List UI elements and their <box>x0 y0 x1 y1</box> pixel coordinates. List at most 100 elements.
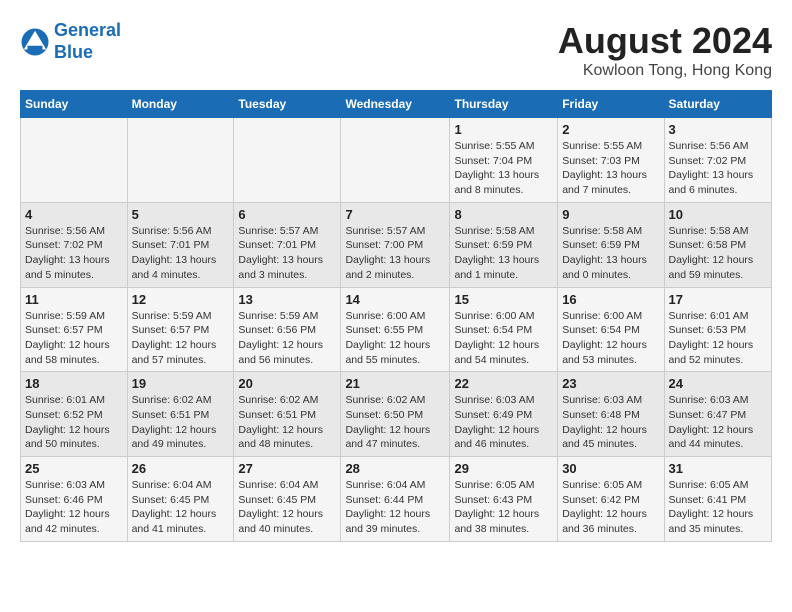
day-number: 29 <box>454 461 553 476</box>
calendar-cell <box>341 118 450 203</box>
day-info: Sunrise: 6:01 AM Sunset: 6:52 PM Dayligh… <box>25 393 123 452</box>
calendar-cell: 29Sunrise: 6:05 AM Sunset: 6:43 PM Dayli… <box>450 457 558 542</box>
day-info: Sunrise: 6:02 AM Sunset: 6:50 PM Dayligh… <box>345 393 445 452</box>
day-info: Sunrise: 6:05 AM Sunset: 6:42 PM Dayligh… <box>562 478 659 537</box>
logo-text: General Blue <box>54 20 121 63</box>
day-info: Sunrise: 5:58 AM Sunset: 6:58 PM Dayligh… <box>669 224 767 283</box>
day-info: Sunrise: 6:04 AM Sunset: 6:44 PM Dayligh… <box>345 478 445 537</box>
calendar-table: Sunday Monday Tuesday Wednesday Thursday… <box>20 90 772 542</box>
day-info: Sunrise: 6:04 AM Sunset: 6:45 PM Dayligh… <box>132 478 230 537</box>
day-info: Sunrise: 5:59 AM Sunset: 6:57 PM Dayligh… <box>132 309 230 368</box>
calendar-cell: 14Sunrise: 6:00 AM Sunset: 6:55 PM Dayli… <box>341 287 450 372</box>
calendar-cell: 24Sunrise: 6:03 AM Sunset: 6:47 PM Dayli… <box>664 372 771 457</box>
calendar-cell: 17Sunrise: 6:01 AM Sunset: 6:53 PM Dayli… <box>664 287 771 372</box>
day-info: Sunrise: 5:58 AM Sunset: 6:59 PM Dayligh… <box>454 224 553 283</box>
calendar-cell: 2Sunrise: 5:55 AM Sunset: 7:03 PM Daylig… <box>558 118 664 203</box>
calendar-cell: 25 Sunrise: 6:03 AM Sunset: 6:46 PM Dayli… <box>21 457 128 542</box>
day-info: Sunrise: 6:04 AM Sunset: 6:45 PM Dayligh… <box>238 478 336 537</box>
col-sunday: Sunday <box>21 91 128 118</box>
days-header-row: Sunday Monday Tuesday Wednesday Thursday… <box>21 91 772 118</box>
month-title: August 2024 <box>558 20 772 62</box>
calendar-cell: 15Sunrise: 6:00 AM Sunset: 6:54 PM Dayli… <box>450 287 558 372</box>
day-number: 27 <box>238 461 336 476</box>
day-info: Sunrise: 6:05 AM Sunset: 6:41 PM Dayligh… <box>669 478 767 537</box>
logo-icon <box>20 27 50 57</box>
calendar-cell: 10 Sunrise: 5:58 AM Sunset: 6:58 PM Dayli… <box>664 202 771 287</box>
day-info: Sunrise: 6:02 AM Sunset: 6:51 PM Dayligh… <box>238 393 336 452</box>
day-number: 18 <box>25 376 123 391</box>
calendar-cell: 21 Sunrise: 6:02 AM Sunset: 6:50 PM Dayli… <box>341 372 450 457</box>
day-info: Sunrise: 5:56 AM Sunset: 7:02 PM Dayligh… <box>669 139 767 198</box>
col-thursday: Thursday <box>450 91 558 118</box>
day-info: Sunrise: 5:58 AM Sunset: 6:59 PM Dayligh… <box>562 224 659 283</box>
calendar-week-5: 25 Sunrise: 6:03 AM Sunset: 6:46 PM Dayli… <box>21 457 772 542</box>
day-info: Sunrise: 6:02 AM Sunset: 6:51 PM Dayligh… <box>132 393 230 452</box>
calendar-cell: 4 Sunrise: 5:56 AM Sunset: 7:02 PM Daylig… <box>21 202 128 287</box>
calendar-cell <box>127 118 234 203</box>
calendar-cell: 8Sunrise: 5:58 AM Sunset: 6:59 PM Daylig… <box>450 202 558 287</box>
calendar-cell: 13Sunrise: 5:59 AM Sunset: 6:56 PM Dayli… <box>234 287 341 372</box>
day-number: 13 <box>238 292 336 307</box>
day-number: 22 <box>454 376 553 391</box>
calendar-cell: 30 Sunrise: 6:05 AM Sunset: 6:42 PM Dayli… <box>558 457 664 542</box>
day-number: 1 <box>454 122 553 137</box>
day-info: Sunrise: 6:00 AM Sunset: 6:55 PM Dayligh… <box>345 309 445 368</box>
col-monday: Monday <box>127 91 234 118</box>
day-number: 21 <box>345 376 445 391</box>
calendar-cell: 31 Sunrise: 6:05 AM Sunset: 6:41 PM Dayli… <box>664 457 771 542</box>
calendar-week-3: 11 Sunrise: 5:59 AM Sunset: 6:57 PM Dayli… <box>21 287 772 372</box>
day-number: 26 <box>132 461 230 476</box>
calendar-cell: 1 Sunrise: 5:55 AM Sunset: 7:04 PM Daylig… <box>450 118 558 203</box>
day-number: 28 <box>345 461 445 476</box>
col-friday: Friday <box>558 91 664 118</box>
calendar-cell: 12 Sunrise: 5:59 AM Sunset: 6:57 PM Dayli… <box>127 287 234 372</box>
day-info: Sunrise: 6:03 AM Sunset: 6:47 PM Dayligh… <box>669 393 767 452</box>
day-number: 30 <box>562 461 659 476</box>
day-number: 3 <box>669 122 767 137</box>
col-tuesday: Tuesday <box>234 91 341 118</box>
calendar-cell: 7 Sunrise: 5:57 AM Sunset: 7:00 PM Daylig… <box>341 202 450 287</box>
calendar-week-2: 4 Sunrise: 5:56 AM Sunset: 7:02 PM Daylig… <box>21 202 772 287</box>
day-number: 12 <box>132 292 230 307</box>
day-number: 20 <box>238 376 336 391</box>
day-number: 10 <box>669 207 767 222</box>
day-number: 4 <box>25 207 123 222</box>
title-block: August 2024 Kowloon Tong, Hong Kong <box>558 20 772 80</box>
day-number: 7 <box>345 207 445 222</box>
col-saturday: Saturday <box>664 91 771 118</box>
day-info: Sunrise: 5:56 AM Sunset: 7:01 PM Dayligh… <box>132 224 230 283</box>
day-info: Sunrise: 5:59 AM Sunset: 6:57 PM Dayligh… <box>25 309 123 368</box>
logo: General Blue <box>20 20 121 63</box>
day-info: Sunrise: 6:03 AM Sunset: 6:49 PM Dayligh… <box>454 393 553 452</box>
calendar-cell: 16 Sunrise: 6:00 AM Sunset: 6:54 PM Dayli… <box>558 287 664 372</box>
day-number: 19 <box>132 376 230 391</box>
day-number: 17 <box>669 292 767 307</box>
calendar-cell: 11 Sunrise: 5:59 AM Sunset: 6:57 PM Dayli… <box>21 287 128 372</box>
day-info: Sunrise: 5:55 AM Sunset: 7:03 PM Dayligh… <box>562 139 659 198</box>
calendar-cell: 19 Sunrise: 6:02 AM Sunset: 6:51 PM Dayli… <box>127 372 234 457</box>
calendar-cell: 6Sunrise: 5:57 AM Sunset: 7:01 PM Daylig… <box>234 202 341 287</box>
day-number: 16 <box>562 292 659 307</box>
day-info: Sunrise: 5:57 AM Sunset: 7:01 PM Dayligh… <box>238 224 336 283</box>
day-number: 31 <box>669 461 767 476</box>
day-info: Sunrise: 6:00 AM Sunset: 6:54 PM Dayligh… <box>562 309 659 368</box>
location: Kowloon Tong, Hong Kong <box>558 62 772 80</box>
day-info: Sunrise: 5:55 AM Sunset: 7:04 PM Dayligh… <box>454 139 553 198</box>
day-number: 5 <box>132 207 230 222</box>
day-info: Sunrise: 5:56 AM Sunset: 7:02 PM Dayligh… <box>25 224 123 283</box>
calendar-cell: 20 Sunrise: 6:02 AM Sunset: 6:51 PM Dayli… <box>234 372 341 457</box>
calendar-cell: 23 Sunrise: 6:03 AM Sunset: 6:48 PM Dayli… <box>558 372 664 457</box>
day-number: 23 <box>562 376 659 391</box>
col-wednesday: Wednesday <box>341 91 450 118</box>
day-info: Sunrise: 6:03 AM Sunset: 6:48 PM Dayligh… <box>562 393 659 452</box>
calendar-cell <box>234 118 341 203</box>
day-info: Sunrise: 6:03 AM Sunset: 6:46 PM Dayligh… <box>25 478 123 537</box>
day-info: Sunrise: 6:00 AM Sunset: 6:54 PM Dayligh… <box>454 309 553 368</box>
calendar-cell: 3 Sunrise: 5:56 AM Sunset: 7:02 PM Daylig… <box>664 118 771 203</box>
calendar-week-4: 18 Sunrise: 6:01 AM Sunset: 6:52 PM Dayli… <box>21 372 772 457</box>
calendar-cell: 28 Sunrise: 6:04 AM Sunset: 6:44 PM Dayli… <box>341 457 450 542</box>
day-number: 11 <box>25 292 123 307</box>
day-info: Sunrise: 5:57 AM Sunset: 7:00 PM Dayligh… <box>345 224 445 283</box>
calendar-cell: 9Sunrise: 5:58 AM Sunset: 6:59 PM Daylig… <box>558 202 664 287</box>
day-number: 25 <box>25 461 123 476</box>
